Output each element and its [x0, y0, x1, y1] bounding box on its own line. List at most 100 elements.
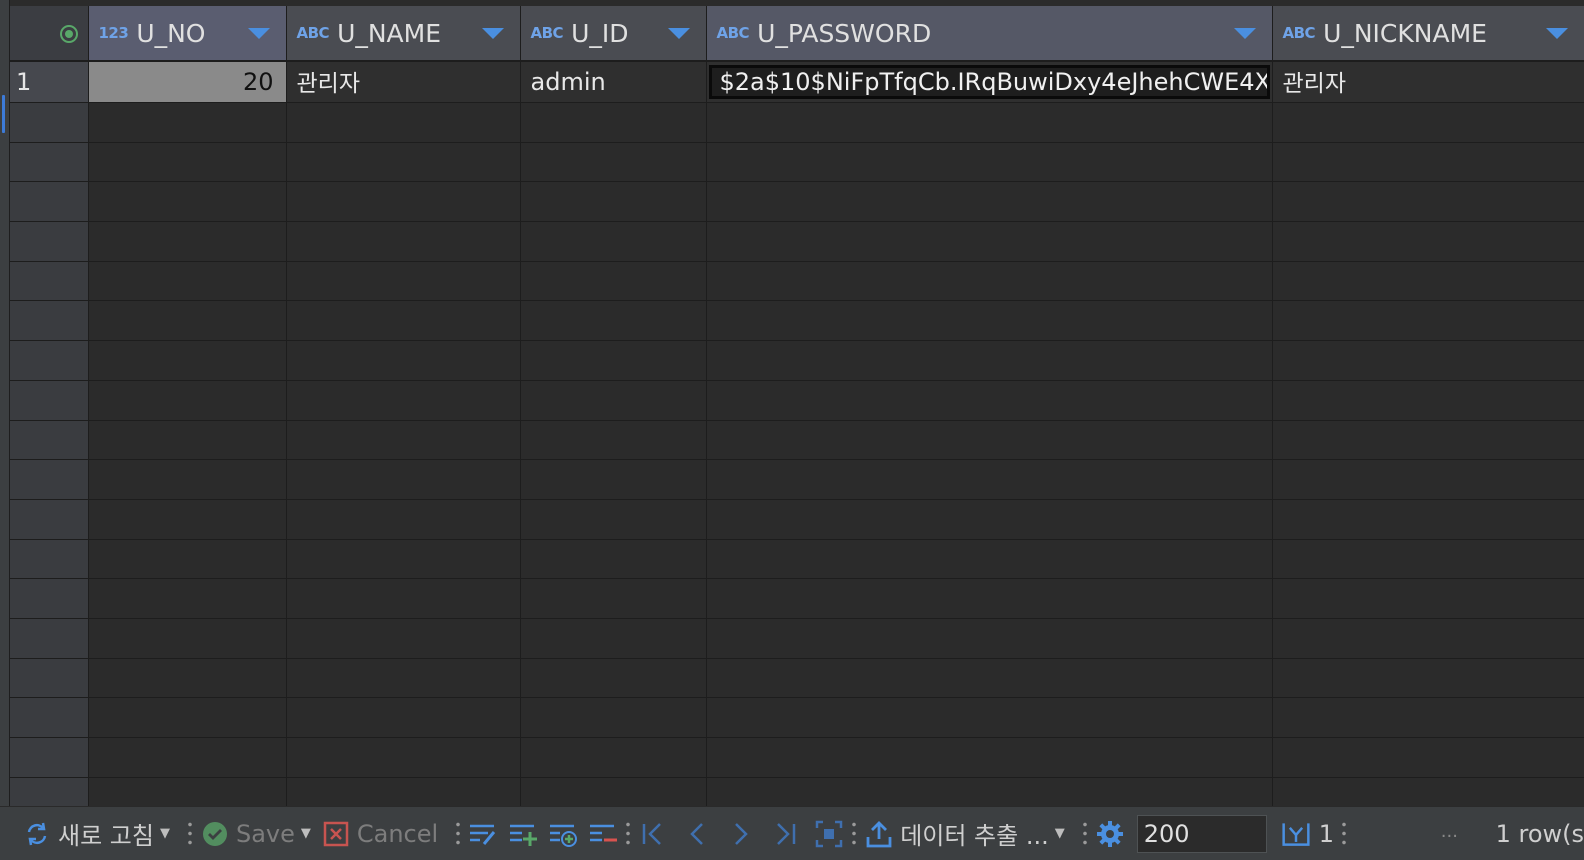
- result-grid-panel: 123 U_NO ABC U_NAME ABC U_ID ABC U_PASSW…: [0, 0, 1584, 860]
- empty-cell: [286, 658, 521, 699]
- empty-cell: [1272, 459, 1584, 500]
- column-filter-dropdown-icon[interactable]: [481, 28, 504, 39]
- empty-cell: [286, 142, 521, 183]
- column-header-u-no[interactable]: 123 U_NO: [88, 6, 287, 62]
- row-number-empty: [10, 658, 89, 699]
- empty-cell: [706, 340, 1273, 381]
- save-check-icon: [200, 819, 230, 849]
- empty-cell: [706, 777, 1273, 806]
- empty-cell: [706, 221, 1273, 262]
- empty-cell: [1272, 737, 1584, 778]
- empty-cell: [88, 300, 287, 342]
- row-number-empty: [10, 539, 89, 580]
- first-page-icon[interactable]: [638, 819, 668, 849]
- chevron-down-icon[interactable]: ▼: [301, 826, 311, 841]
- empty-cell: [520, 459, 707, 500]
- export-data-button[interactable]: 데이터 추출 ... ▼: [864, 816, 1065, 851]
- empty-cell: [706, 539, 1273, 580]
- text-type-icon: ABC: [296, 24, 330, 42]
- empty-cell: [1272, 181, 1584, 223]
- inline-cell-editor[interactable]: $2a$10$NiFpTfqCb.IRqBuwiDxy4eJhehCWE4X: [708, 65, 1270, 99]
- row-number[interactable]: 1: [10, 61, 89, 103]
- empty-cell: [286, 340, 521, 381]
- empty-cell: [706, 420, 1273, 461]
- cell-u-no[interactable]: 20: [88, 61, 287, 103]
- empty-cell: [88, 618, 287, 659]
- empty-row: [10, 499, 1584, 540]
- empty-row: [10, 777, 1584, 806]
- add-row-icon[interactable]: [508, 819, 538, 849]
- empty-cell: [88, 737, 287, 778]
- empty-cell: [286, 420, 521, 461]
- empty-row: [10, 181, 1584, 223]
- empty-cell: [286, 459, 521, 500]
- copy-row-icon[interactable]: [548, 819, 578, 849]
- delete-row-icon[interactable]: [588, 819, 618, 849]
- empty-cell: [88, 181, 287, 223]
- fetch-all-icon[interactable]: [814, 819, 844, 849]
- last-page-icon[interactable]: [770, 819, 800, 849]
- empty-row: [10, 459, 1584, 500]
- empty-cell: [520, 300, 707, 342]
- cell-u-name[interactable]: 관리자: [286, 61, 521, 103]
- cell-u-password[interactable]: $2a$10$NiFpTfqCb.IRqBuwiDxy4eJhehCWE4X: [706, 61, 1273, 103]
- column-filter-dropdown-icon[interactable]: [667, 28, 690, 39]
- empty-cell: [520, 261, 707, 302]
- text-type-icon: ABC: [530, 24, 564, 42]
- empty-cell: [520, 102, 707, 143]
- empty-row: [10, 221, 1584, 262]
- empty-cell: [520, 578, 707, 619]
- rows-status-text: 1 row(s: [1495, 819, 1584, 848]
- empty-cell: [1272, 420, 1584, 461]
- column-header-u-name[interactable]: ABC U_NAME: [286, 6, 521, 62]
- empty-cell: [706, 499, 1273, 540]
- empty-cell: [520, 181, 707, 223]
- column-header-u-password[interactable]: ABC U_PASSWORD: [706, 6, 1273, 62]
- next-icon[interactable]: [726, 819, 756, 849]
- column-filter-dropdown-icon[interactable]: [1233, 28, 1256, 39]
- empty-cell: [88, 380, 287, 421]
- row-number-empty: [10, 737, 89, 778]
- empty-cell: [520, 777, 707, 806]
- empty-cell: [520, 142, 707, 183]
- empty-cell: [286, 578, 521, 619]
- table-row[interactable]: 1 20 관리자 admin $2a$10$NiFpTfqCb.IRqBuwiD…: [10, 61, 1584, 103]
- refresh-icon: [22, 819, 52, 849]
- column-filter-dropdown-icon[interactable]: [247, 28, 270, 39]
- gear-icon[interactable]: [1095, 819, 1125, 849]
- empty-row: [10, 420, 1584, 461]
- data-grid[interactable]: 123 U_NO ABC U_NAME ABC U_ID ABC U_PASSW…: [10, 6, 1584, 806]
- empty-cell: [88, 658, 287, 699]
- chevron-down-icon[interactable]: ▼: [160, 826, 170, 841]
- empty-cell: [520, 499, 707, 540]
- empty-cell: [520, 618, 707, 659]
- toolbar-separator: [626, 819, 631, 848]
- empty-row: [10, 737, 1584, 778]
- empty-cell: [520, 658, 707, 699]
- column-header-u-nickname[interactable]: ABC U_NICKNAME: [1272, 6, 1584, 62]
- save-button[interactable]: Save ▼: [200, 819, 311, 849]
- column-name: U_NAME: [337, 18, 442, 48]
- row-number-empty: [10, 499, 89, 540]
- fetch-next-icon[interactable]: [1281, 819, 1311, 849]
- empty-cell: [1272, 340, 1584, 381]
- empty-cell: [1272, 102, 1584, 143]
- cell-u-id[interactable]: admin: [520, 61, 707, 103]
- chevron-down-icon[interactable]: ▼: [1055, 826, 1065, 841]
- more-icon[interactable]: ···: [1441, 826, 1458, 847]
- row-number-header[interactable]: [10, 6, 89, 62]
- cell-u-nickname[interactable]: 관리자: [1272, 61, 1584, 103]
- row-number-empty: [10, 578, 89, 619]
- export-icon: [864, 819, 894, 849]
- empty-cell: [286, 777, 521, 806]
- column-header-u-id[interactable]: ABC U_ID: [520, 6, 707, 62]
- column-filter-dropdown-icon[interactable]: [1545, 28, 1568, 39]
- previous-icon[interactable]: [682, 819, 712, 849]
- refresh-button[interactable]: 새로 고침 ▼: [22, 816, 170, 851]
- fetch-size-input[interactable]: [1136, 814, 1267, 853]
- empty-cell: [88, 420, 287, 461]
- cancel-button[interactable]: Cancel: [321, 819, 438, 849]
- empty-cell: [1272, 261, 1584, 302]
- refresh-label: 새로 고침: [58, 822, 154, 850]
- edit-row-icon[interactable]: [468, 819, 498, 849]
